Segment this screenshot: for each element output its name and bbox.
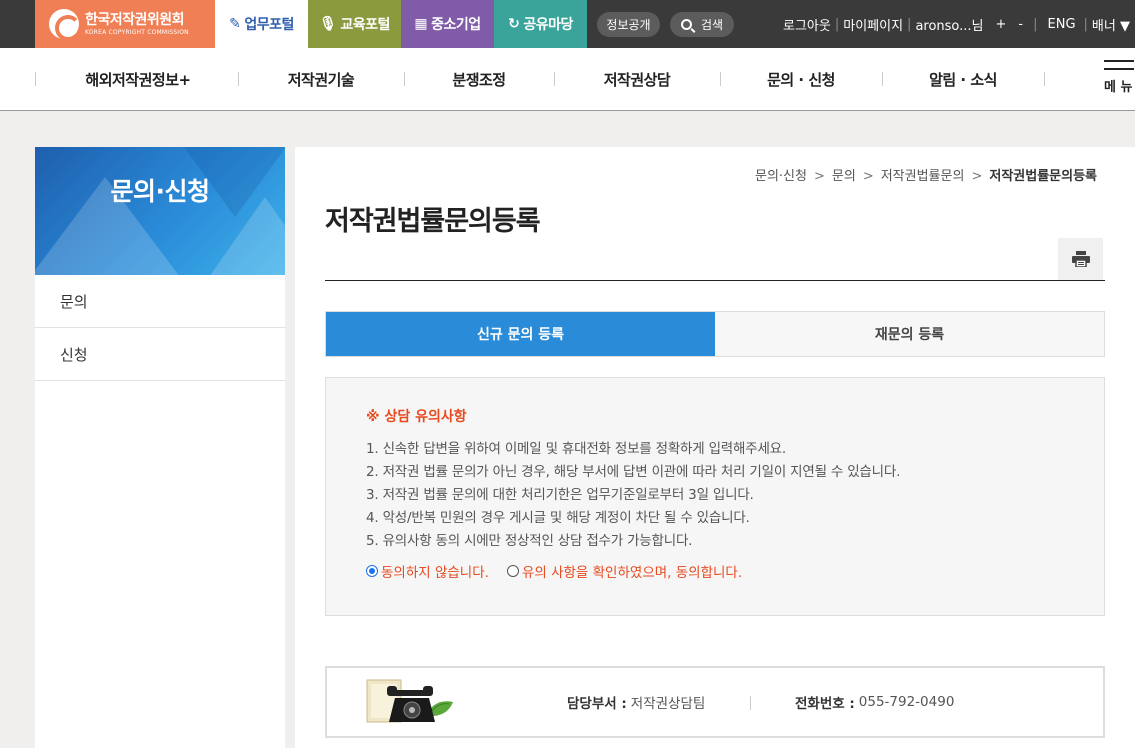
page-title: 저작권법률문의등록 — [325, 206, 541, 237]
all-menu-button[interactable]: 메 뉴 — [1104, 60, 1135, 95]
share-icon: ↻ — [508, 16, 520, 32]
agree-radio[interactable] — [506, 565, 519, 577]
portal-edu-link[interactable]: 🎙 교육포털 — [308, 0, 401, 48]
breadcrumb-item[interactable]: 문의·신청 — [755, 169, 807, 184]
gnb-item-dispute[interactable]: 분쟁조정 — [404, 48, 554, 111]
main-navigation: 해외저작권정보+ 저작권기술 분쟁조정 저작권상담 문의 · 신청 알림 · 소… — [0, 48, 1135, 111]
breadcrumb-current: 저작권법률문의등록 — [989, 169, 1097, 184]
caret-down-icon: ▼ — [1119, 18, 1130, 34]
site-logo[interactable]: 한국저작권위원회 KOREA COPYRIGHT COMMISSION — [35, 0, 215, 48]
pencil-icon: ✎ — [229, 16, 241, 32]
logo-name-en: KOREA COPYRIGHT COMMISSION — [85, 28, 189, 36]
search-icon — [680, 19, 692, 30]
title-divider — [325, 280, 1105, 281]
notice-title: ※ 상담 유의사항 — [366, 409, 467, 425]
notice-line: 3. 저작권 법률 문의에 대한 처리기한은 업무기준일로부터 3일 입니다. — [366, 487, 754, 503]
portal-work-link[interactable]: ✎ 업무포털 — [215, 0, 308, 48]
logo-mark-icon — [49, 9, 81, 41]
agreement-options: 동의하지 않습니다. 유의 사항을 확인하였으며, 동의합니다. — [366, 561, 1064, 581]
building-icon: ▦ — [414, 16, 428, 32]
contact-box: 담당부서 : 저작권상담팀 전화번호 : 055-792-0490 — [325, 666, 1105, 738]
gnb-item-counsel[interactable]: 저작권상담 — [554, 48, 720, 111]
gnb-item-news[interactable]: 알림 · 소식 — [882, 48, 1044, 111]
sidebar-banner: 문의·신청 — [35, 147, 285, 275]
gnb-item-overseas[interactable]: 해외저작권정보+ — [38, 48, 238, 111]
logo-name-kr: 한국저작권위원회 — [85, 11, 185, 28]
tab-re-inquiry[interactable]: 재문의 등록 — [715, 312, 1104, 356]
microphone-icon: 🎙 — [319, 16, 337, 32]
top-bar: 한국저작권위원회 KOREA COPYRIGHT COMMISSION ✎ 업무… — [0, 0, 1135, 48]
main-content: 문의·신청 > 문의 > 저작권법률문의 > 저작권법률문의등록 저작권법률문의등록 신규 … — [295, 147, 1135, 748]
department-value: 저작권상담팀 — [630, 696, 706, 712]
gnb-item-inquiry[interactable]: 문의 · 신청 — [720, 48, 882, 111]
sidebar: 문의·신청 문의 신청 — [35, 147, 285, 748]
sidebar-title: 문의·신청 — [110, 177, 211, 206]
hamburger-icon — [1104, 60, 1135, 70]
portal-share-link[interactable]: ↻ 공유마당 — [494, 0, 587, 48]
gnb-item-technology[interactable]: 저작권기술 — [238, 48, 404, 111]
search-button[interactable]: 검색 — [670, 12, 734, 37]
sidebar-item-application[interactable]: 신청 — [35, 328, 285, 381]
notice-line: 5. 유의사항 동의 시에만 정상적인 상담 접수가 가능합니다. — [366, 533, 693, 549]
user-name: aronso...님 — [915, 18, 984, 34]
zoom-in-button[interactable]: + — [996, 17, 1007, 32]
disagree-radio[interactable] — [366, 565, 378, 577]
print-button[interactable] — [1058, 238, 1103, 280]
info-disclosure-button[interactable]: 정보공개 — [597, 12, 660, 37]
telephone-icon — [366, 679, 453, 723]
notice-line: 1. 신속한 답변을 위하여 이메일 및 휴대전화 정보를 정확하게 입력해주세… — [366, 441, 786, 457]
phone-info: 전화번호 : 055-792-0490 — [795, 694, 955, 712]
breadcrumb-item[interactable]: 저작권법률문의 — [881, 169, 965, 184]
tab-new-inquiry[interactable]: 신규 문의 등록 — [326, 312, 715, 356]
notice-line: 2. 저작권 법률 문의가 아닌 경우, 해당 부서에 답변 이관에 따라 처리… — [366, 464, 901, 480]
logout-link[interactable]: 로그아웃 — [783, 15, 831, 34]
disagree-option[interactable]: 동의하지 않습니다. — [366, 561, 489, 581]
english-link[interactable]: ENG — [1048, 17, 1076, 32]
printer-icon — [1071, 251, 1090, 267]
portal-smb-link[interactable]: ▦ 중소기업 — [401, 0, 494, 48]
sidebar-item-inquiry[interactable]: 문의 — [35, 275, 285, 328]
mypage-link[interactable]: 마이페이지 — [843, 15, 903, 34]
banner-toggle[interactable]: 배너 ▼ — [1092, 15, 1130, 34]
breadcrumb-item[interactable]: 문의 — [832, 169, 856, 184]
zoom-out-button[interactable]: - — [1018, 17, 1023, 32]
agree-option[interactable]: 유의 사항을 확인하였으며, 동의합니다. — [506, 561, 742, 581]
breadcrumb: 문의·신청 > 문의 > 저작권법률문의 > 저작권법률문의등록 — [755, 169, 1097, 184]
notice-line: 4. 악성/반복 민원의 경우 게시글 및 해당 계정이 차단 될 수 있습니다… — [366, 510, 750, 526]
department-info: 담당부서 : 저작권상담팀 — [567, 668, 705, 736]
notice-box: ※ 상담 유의사항 1. 신속한 답변을 위하여 이메일 및 휴대전화 정보를 … — [325, 377, 1105, 616]
phone-value: 055-792-0490 — [858, 694, 955, 710]
inquiry-tabs: 신규 문의 등록 재문의 등록 — [325, 311, 1105, 357]
utility-links: 로그아웃 | 마이페이지 | aronso...님 + - | ENG | 배너… — [783, 15, 1130, 34]
